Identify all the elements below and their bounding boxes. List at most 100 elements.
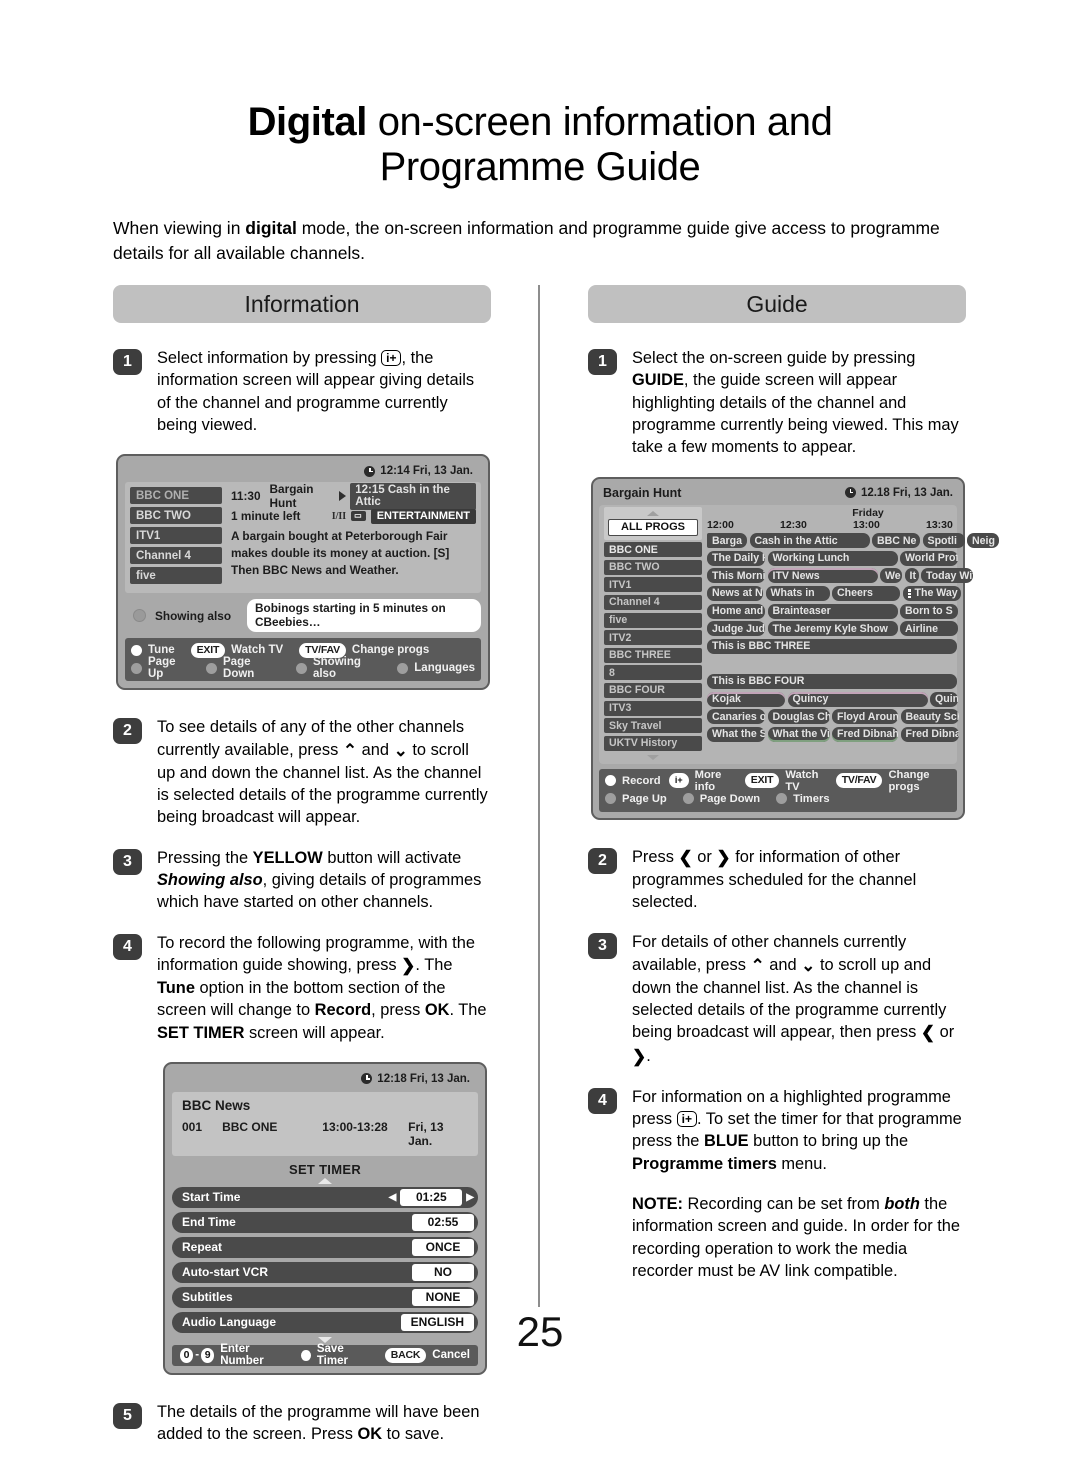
green-button-icon[interactable]	[682, 793, 694, 805]
epg-programme-cell[interactable]: Whats in	[765, 585, 830, 601]
yellow-button-icon[interactable]	[295, 662, 307, 674]
epg-programme-cell[interactable]: This is BBC FOUR	[707, 673, 957, 689]
epg-programme-cell[interactable]: Born to S	[900, 603, 958, 619]
ok-button-icon[interactable]	[605, 775, 616, 787]
epg-channel-item[interactable]: 8	[604, 665, 702, 681]
info-step-1: 1 Select information by pressing i+, the…	[113, 347, 491, 436]
epg-programme-cell[interactable]: Home and A	[707, 603, 765, 619]
info-btn-page-down[interactable]: Page Down	[223, 656, 281, 680]
epg-programme-cell[interactable]: Barga	[707, 533, 747, 549]
epg-btn-more-info[interactable]: More info	[695, 769, 737, 793]
epg-channel-item[interactable]: ITV3	[604, 700, 702, 716]
info-channel-item[interactable]: ITV1	[130, 527, 222, 545]
i-plus-key-icon[interactable]: i+	[668, 773, 689, 789]
timer-row-value[interactable]: 01:25	[400, 1188, 463, 1206]
epg-programme-cell[interactable]: BBC Ne	[872, 533, 920, 549]
epg-programme-cell[interactable]: Judge Judy	[707, 621, 765, 637]
epg-programme-cell[interactable]: Today Wit	[921, 568, 973, 584]
epg-channel-list[interactable]: ALL PROGS BBC ONE BBC TWO ITV1 Channel 4…	[604, 506, 702, 760]
blue-button-icon[interactable]	[397, 662, 409, 674]
epg-programme-cell[interactable]: ITV News	[767, 568, 878, 584]
epg-programme-cell[interactable]: Kojak	[707, 691, 785, 707]
epg-programme-cell[interactable]: Airline	[900, 621, 958, 637]
epg-btn-watch-tv[interactable]: Watch TV	[785, 769, 827, 793]
epg-programme-cell[interactable]: Beauty Sch	[900, 709, 959, 725]
red-button-icon[interactable]	[605, 793, 616, 805]
info-btn-watch-tv[interactable]: Watch TV	[231, 644, 283, 656]
showing-also-row[interactable]: Showing also Bobinogs starting in 5 minu…	[125, 599, 481, 633]
info-btn-showing-also[interactable]: Showing also	[313, 656, 382, 680]
blue-button-icon[interactable]	[776, 793, 788, 805]
epg-programme-cell[interactable]: Douglas Che	[767, 709, 830, 725]
epg-programme-cell[interactable]: This Mornin	[707, 568, 765, 584]
all-progs-label[interactable]: ALL PROGS	[608, 518, 698, 536]
epg-programme-cell[interactable]: It	[904, 568, 919, 584]
epg-programme-cell[interactable]: The Jeremy Kyle Show	[767, 621, 898, 637]
info-btn-languages[interactable]: Languages	[414, 662, 475, 674]
green-button-icon[interactable]	[206, 662, 218, 674]
epg-programme-cell[interactable]: Neig	[967, 533, 999, 549]
epg-channel-item[interactable]: ITV1	[604, 577, 702, 593]
info-channel-item[interactable]: five	[130, 567, 222, 585]
epg-programme-cell[interactable]: This is BBC THREE	[707, 638, 957, 654]
epg-programme-cell[interactable]: The Way	[902, 585, 961, 601]
epg-programme-cell[interactable]: Cheers	[832, 585, 900, 601]
epg-programme-cell[interactable]: Fred Dibnah'	[832, 726, 898, 742]
epg-programme-cell[interactable]: Canaries on	[707, 709, 765, 725]
epg-programme-cell[interactable]: The Daily Po	[707, 550, 765, 566]
timer-row-subtitles[interactable]: Subtitles NONE	[172, 1286, 478, 1308]
epg-btn-page-down[interactable]: Page Down	[700, 793, 760, 805]
epg-programme-cell[interactable]: News at No	[707, 585, 763, 601]
epg-btn-change-progs[interactable]: Change progs	[888, 769, 951, 793]
epg-programme-cell[interactable]: What the St	[707, 726, 765, 742]
epg-programme-label: Floyd Around	[837, 710, 898, 723]
epg-btn-page-up[interactable]: Page Up	[622, 793, 667, 805]
chevron-left-icon[interactable]: ◀	[389, 1192, 397, 1203]
epg-programme-cell[interactable]: Quincy	[787, 691, 928, 707]
epg-channel-item[interactable]: Sky Travel	[604, 718, 702, 734]
epg-programme-cell[interactable]: Quin	[930, 691, 958, 707]
tvfav-key-icon[interactable]: TV/FAV	[835, 773, 883, 789]
epg-channel-item[interactable]: Channel 4	[604, 594, 702, 610]
timer-row-start-time[interactable]: Start Time ◀ 01:25 ▶	[172, 1186, 478, 1208]
epg-channel-item[interactable]: BBC THREE	[604, 647, 702, 663]
info-btn-page-up[interactable]: Page Up	[148, 656, 191, 680]
info-btn-change-progs[interactable]: Change progs	[352, 644, 429, 656]
epg-btn-timers[interactable]: Timers	[793, 793, 830, 805]
info-channel-item[interactable]: BBC TWO	[130, 507, 222, 525]
epg-programme-cell[interactable]: Fred Dibna	[900, 726, 959, 742]
info-channel-item[interactable]: BBC ONE	[130, 487, 222, 505]
epg-channel-item[interactable]: five	[604, 612, 702, 628]
epg-channel-item[interactable]: ITV2	[604, 630, 702, 646]
timer-row-value[interactable]: ONCE	[412, 1238, 474, 1256]
epg-channel-item[interactable]: BBC TWO	[604, 559, 702, 575]
epg-programme-cell[interactable]: Cash in the Attic	[749, 533, 870, 549]
exit-key-icon[interactable]: EXIT	[190, 642, 226, 658]
timer-row-value[interactable]: 02:55	[412, 1213, 474, 1231]
exit-key-icon[interactable]: EXIT	[744, 773, 780, 789]
epg-programme-cell[interactable]: We	[880, 568, 902, 584]
timer-row-repeat[interactable]: Repeat ONCE	[172, 1236, 478, 1258]
red-button-icon[interactable]	[131, 662, 142, 674]
epg-programme-cell[interactable]: Floyd Around	[832, 709, 898, 725]
epg-programme-cell[interactable]: What the Vi	[767, 726, 830, 742]
epg-channel-item[interactable]: UKTV History	[604, 735, 702, 751]
timer-row-value[interactable]: NO	[412, 1263, 474, 1281]
timer-row-end-time[interactable]: End Time 02:55	[172, 1211, 478, 1233]
epg-channel-item[interactable]: BBC ONE	[604, 542, 702, 558]
info-channel-item[interactable]: Channel 4	[130, 547, 222, 565]
info-btn-tune[interactable]: Tune	[148, 644, 175, 656]
epg-programme-cell[interactable]: Working Lunch	[767, 550, 898, 566]
chevron-right-icon[interactable]: ▶	[466, 1192, 474, 1203]
all-progs-filter[interactable]: ALL PROGS	[604, 506, 702, 540]
timer-row-value[interactable]: NONE	[412, 1288, 474, 1306]
epg-btn-record[interactable]: Record	[622, 775, 661, 787]
epg-programme-cell[interactable]: World Prof	[900, 550, 958, 566]
epg-programme-cell[interactable]: Spotli	[922, 533, 965, 549]
ok-button-icon[interactable]	[131, 644, 142, 656]
info-channel-list[interactable]: BBC ONE BBC TWO ITV1 Channel 4 five	[130, 487, 222, 587]
epg-channel-item[interactable]: BBC FOUR	[604, 682, 702, 698]
timer-row-auto-start-vcr[interactable]: Auto-start VCR NO	[172, 1261, 478, 1283]
epg-programme-cell[interactable]: Brainteaser	[767, 603, 898, 619]
epg-row: News at No Whats in Cheers The Way	[707, 585, 999, 601]
